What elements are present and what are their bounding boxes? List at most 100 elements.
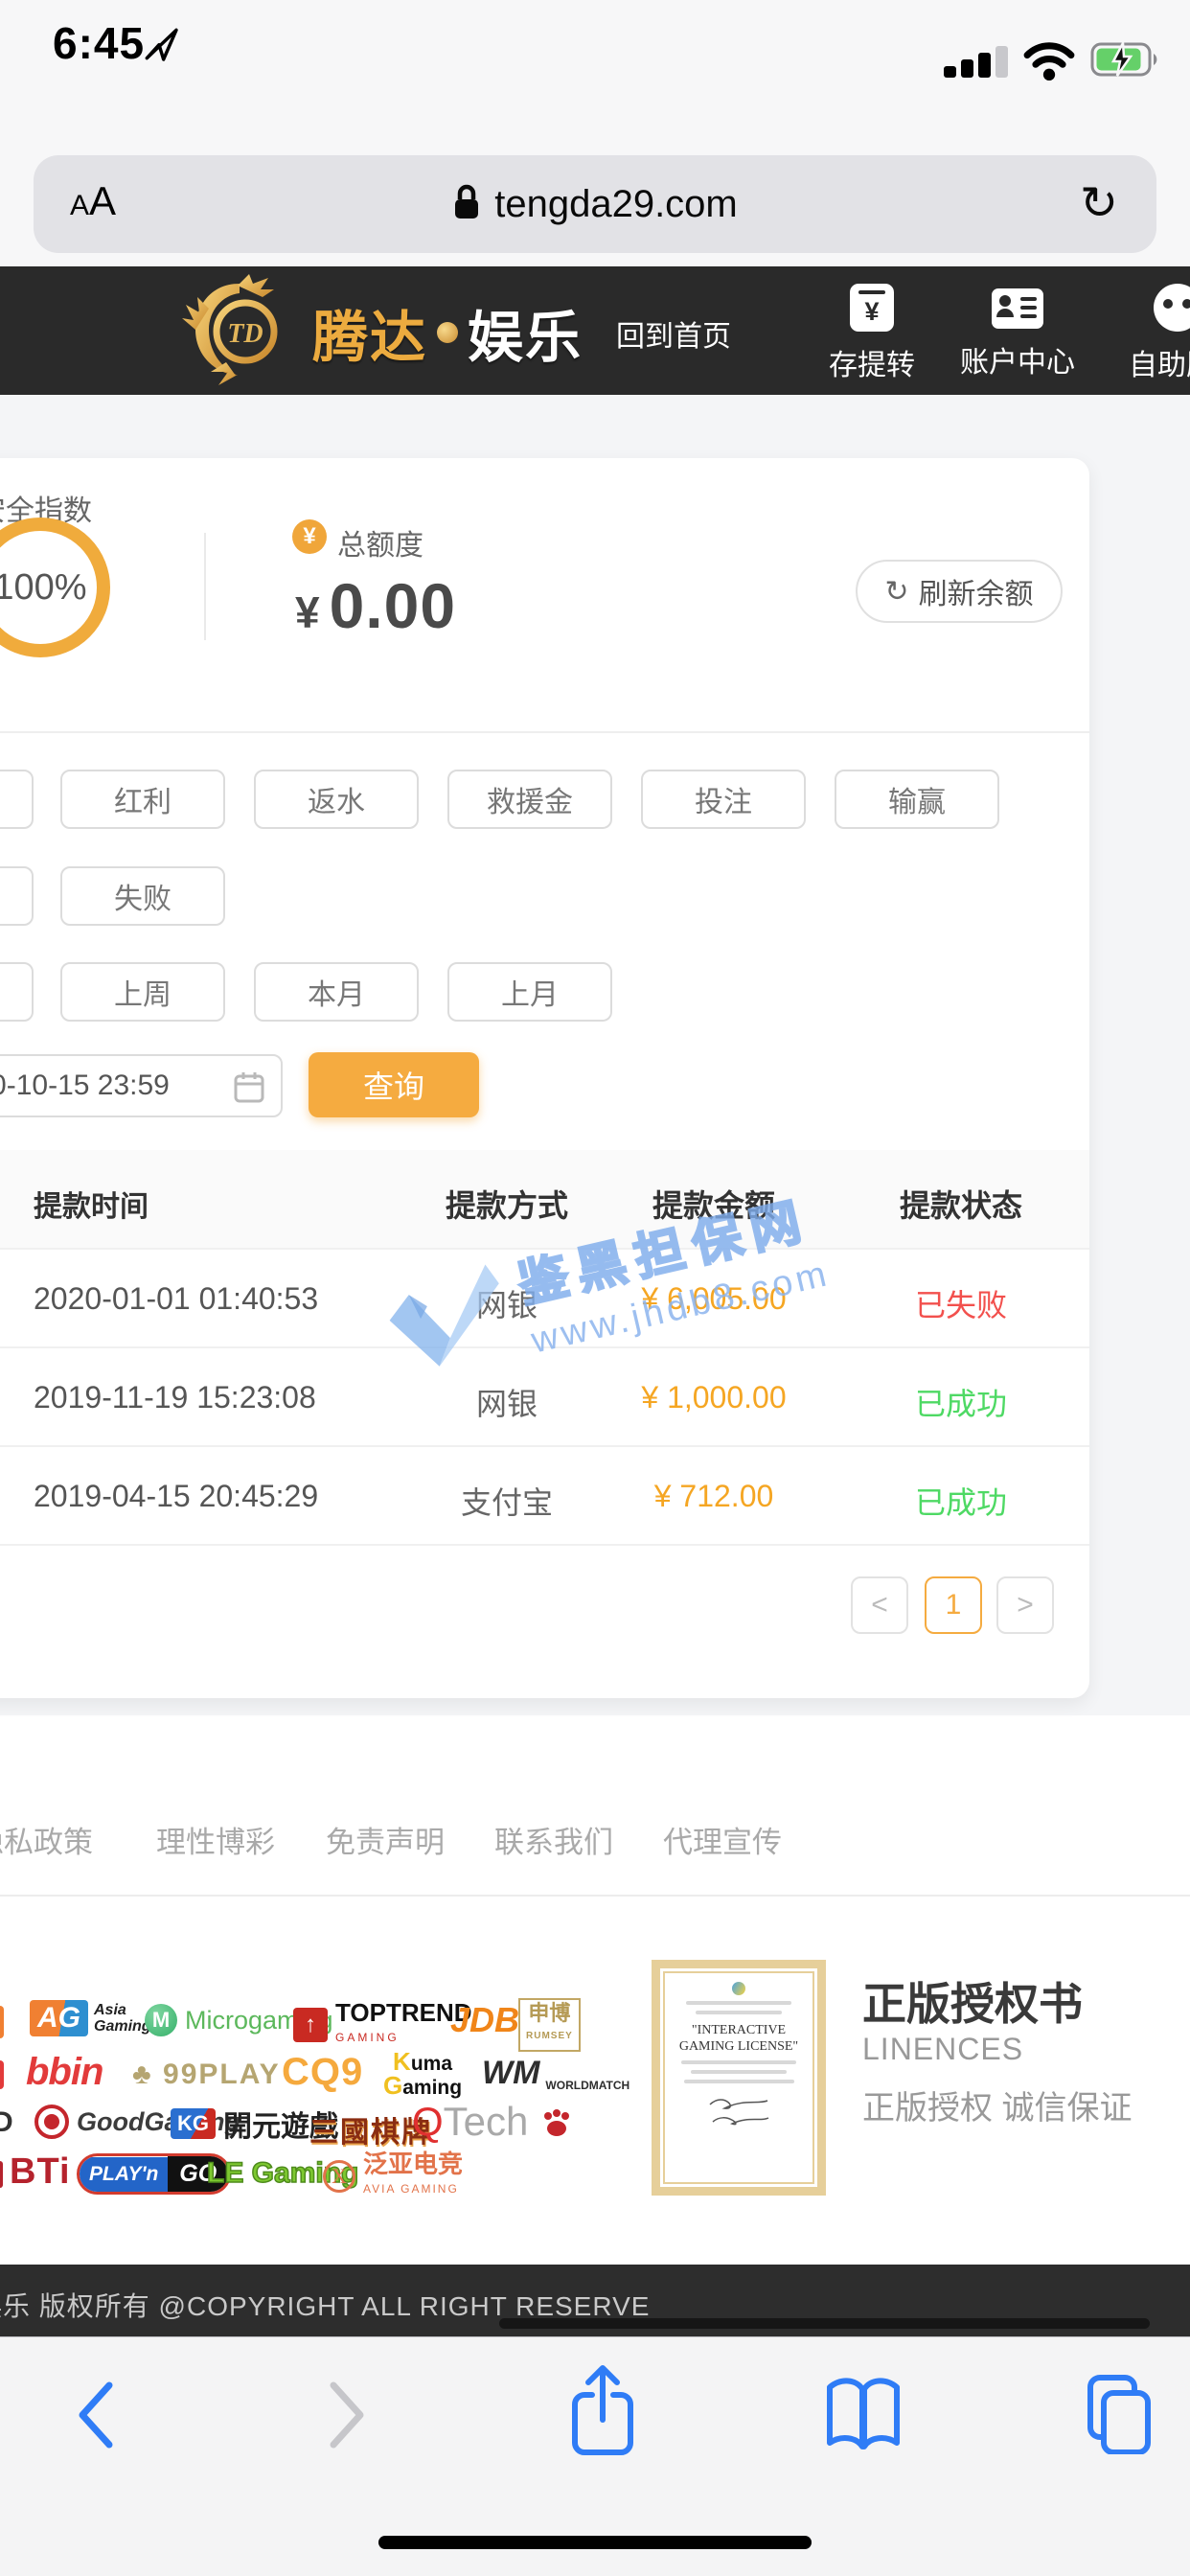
yuan-coin-icon: ¥ <box>292 519 327 554</box>
security-index-value: 100% <box>0 567 87 609</box>
filter-button-bonus[interactable]: 红利 <box>60 770 225 829</box>
cell-method: 网银 <box>476 1380 538 1424</box>
provider-logo-row: BTi PLAY'n GO LE Gaming X 泛亚电竞 AVIA GAMI… <box>0 2151 1190 2201</box>
cell-amount: ¥ 712.00 <box>654 1479 774 1514</box>
divider <box>0 1544 1089 1546</box>
pagination-next[interactable]: > <box>996 1576 1054 1634</box>
dragon-logo-icon: TD <box>180 272 305 392</box>
logo-monogram: TD <box>227 319 263 349</box>
date-value: 2020-10-15 23:59 <box>0 1070 170 1102</box>
quota-value: 0.00 <box>330 569 456 642</box>
total-quota-label: 总额度 <box>337 521 423 564</box>
nav-account-center[interactable]: 账户中心 <box>955 284 1080 380</box>
partial-logo <box>0 2006 4 2038</box>
filter-button-failed[interactable]: 失败 <box>60 866 225 926</box>
address-bar[interactable]: AA tengda29.com ↻ <box>34 155 1156 253</box>
filter-button-partial[interactable] <box>0 866 34 926</box>
back-to-home-link[interactable]: 回到首页 <box>616 312 731 355</box>
clock: 6:45 <box>53 17 145 69</box>
cell-status: 已成功 <box>915 1380 1007 1424</box>
back-button[interactable] <box>75 2380 117 2455</box>
footer-link-agent[interactable]: 代理宣传 <box>663 1818 782 1861</box>
partial-logo <box>0 2161 3 2188</box>
bookmarks-button[interactable] <box>822 2376 904 2457</box>
filter-button-last-month[interactable]: 上月 <box>447 962 612 1022</box>
total-quota-amount: ¥ 0.00 <box>295 569 456 642</box>
logo-shenbo: 申博RUMSEY <box>518 1998 581 2052</box>
footer-link-responsible[interactable]: 理性博彩 <box>156 1818 275 1861</box>
pagination-page-1[interactable]: 1 <box>925 1576 982 1634</box>
cell-time: 2019-11-19 15:23:08 <box>34 1380 316 1415</box>
filter-button-this-month[interactable]: 本月 <box>254 962 419 1022</box>
query-button[interactable]: 查询 <box>309 1052 479 1117</box>
cell-time: 2019-04-15 20:45:29 <box>34 1479 318 1514</box>
refresh-icon: ↻ <box>884 575 908 609</box>
cell-time: 2020-01-01 01:40:53 <box>34 1281 318 1317</box>
account-summary-card: 安全指数 100% ¥ 总额度 ¥ 0.00 ↻ 刷新余额 红利 返水 救援金 … <box>0 458 1089 1698</box>
account-center-icon <box>992 288 1043 329</box>
paw-icon <box>540 2108 573 2139</box>
self-service-icon <box>1154 284 1190 332</box>
brand-name-white: 娱乐 <box>468 292 583 373</box>
cell-amount: ¥ 1,000.00 <box>641 1380 786 1415</box>
pagination-prev[interactable]: < <box>851 1576 908 1634</box>
filter-button-partial[interactable] <box>0 770 34 829</box>
cell-status: 已失败 <box>915 1281 1007 1325</box>
divider <box>204 533 206 640</box>
logo-kuma-gaming: Kuma Gaming <box>383 2051 462 2099</box>
footer-link-disclaimer[interactable]: 免责声明 <box>326 1818 445 1861</box>
logo-jdb: JDB <box>450 2000 519 2040</box>
filter-button-rescue[interactable]: 救援金 <box>447 770 612 829</box>
refresh-balance-button[interactable]: ↻ 刷新余额 <box>856 560 1063 623</box>
col-withdraw-method: 提款方式 <box>446 1182 568 1226</box>
filter-button-last-week[interactable]: 上周 <box>60 962 225 1022</box>
brand-name-gold: 腾达 <box>312 292 427 373</box>
divider <box>0 731 1089 733</box>
brand-dot-icon <box>437 322 458 343</box>
nav-self-service[interactable]: 自助服务 <box>1129 284 1190 383</box>
copyright-bar: 腾达娱乐 版权所有 @COPYRIGHT ALL RIGHT RESERVE <box>0 2265 1190 2336</box>
url-text: tengda29.com <box>494 183 738 226</box>
logo-avia-gaming: X 泛亚电竞 AVIA GAMING <box>323 2151 463 2201</box>
logo-99play: ♣ 99PLAY <box>132 2058 281 2091</box>
reload-button[interactable]: ↻ <box>1080 176 1118 230</box>
col-withdraw-status: 提款状态 <box>900 1182 1022 1226</box>
nav-deposit-transfer[interactable]: ¥ 存提转 <box>810 284 934 383</box>
share-button[interactable] <box>567 2362 638 2463</box>
battery-charging-icon <box>1090 41 1163 82</box>
partial-logo <box>0 2060 4 2089</box>
home-indicator[interactable] <box>378 2536 812 2549</box>
logo-cq9: CQ9 <box>282 2051 363 2094</box>
table-row: 2019-04-15 20:45:29 支付宝 ¥ 712.00 已成功 <box>0 1445 1089 1546</box>
cell-status: 已成功 <box>915 1479 1007 1523</box>
site-header: TD 腾达 娱乐 回到首页 ¥ 存提转 账户中心 自助服务 <box>0 266 1190 395</box>
tabs-button[interactable] <box>1075 2372 1156 2459</box>
footer-link-contact[interactable]: 联系我们 <box>494 1818 613 1861</box>
calendar-icon <box>233 1070 265 1110</box>
logo-bti: BTi <box>10 2151 71 2193</box>
filter-button-rebate[interactable]: 返水 <box>254 770 419 829</box>
logo-bbin: bbin <box>26 2051 103 2094</box>
status-bar: 6:45 <box>0 0 1190 144</box>
filter-button-bet[interactable]: 投注 <box>641 770 806 829</box>
license-title: 正版授权书 <box>862 1969 1083 2033</box>
logo-asia-gaming: AG Asia Gaming <box>30 2000 151 2036</box>
wifi-icon <box>1021 38 1077 85</box>
logo-qtech: QTech <box>412 2099 528 2145</box>
signal-strength-icon <box>944 46 1008 78</box>
browser-chrome-top: AA tengda29.com ↻ <box>0 144 1190 266</box>
forward-button[interactable] <box>326 2380 368 2455</box>
cell-method: 支付宝 <box>461 1479 553 1523</box>
filter-button-partial[interactable] <box>0 962 34 1022</box>
end-date-input[interactable]: 2020-10-15 23:59 <box>0 1054 283 1117</box>
site-logo[interactable]: TD 腾达 娱乐 <box>180 272 583 392</box>
partial-logo: D <box>0 2106 13 2139</box>
filter-button-winloss[interactable]: 输赢 <box>835 770 999 829</box>
footer-link-privacy[interactable]: 隐私政策 <box>0 1818 93 1861</box>
horizontal-scrollbar-thumb[interactable] <box>499 2318 1150 2329</box>
divider <box>0 1895 1190 1897</box>
currency-symbol: ¥ <box>295 586 320 638</box>
logo-toptrend: ↑ TOPTREND GAMING <box>293 2000 472 2050</box>
logo-worldmatch: WM WORLDMATCH <box>482 2055 629 2092</box>
license-subtitle: LINENCES <box>862 2032 1023 2067</box>
